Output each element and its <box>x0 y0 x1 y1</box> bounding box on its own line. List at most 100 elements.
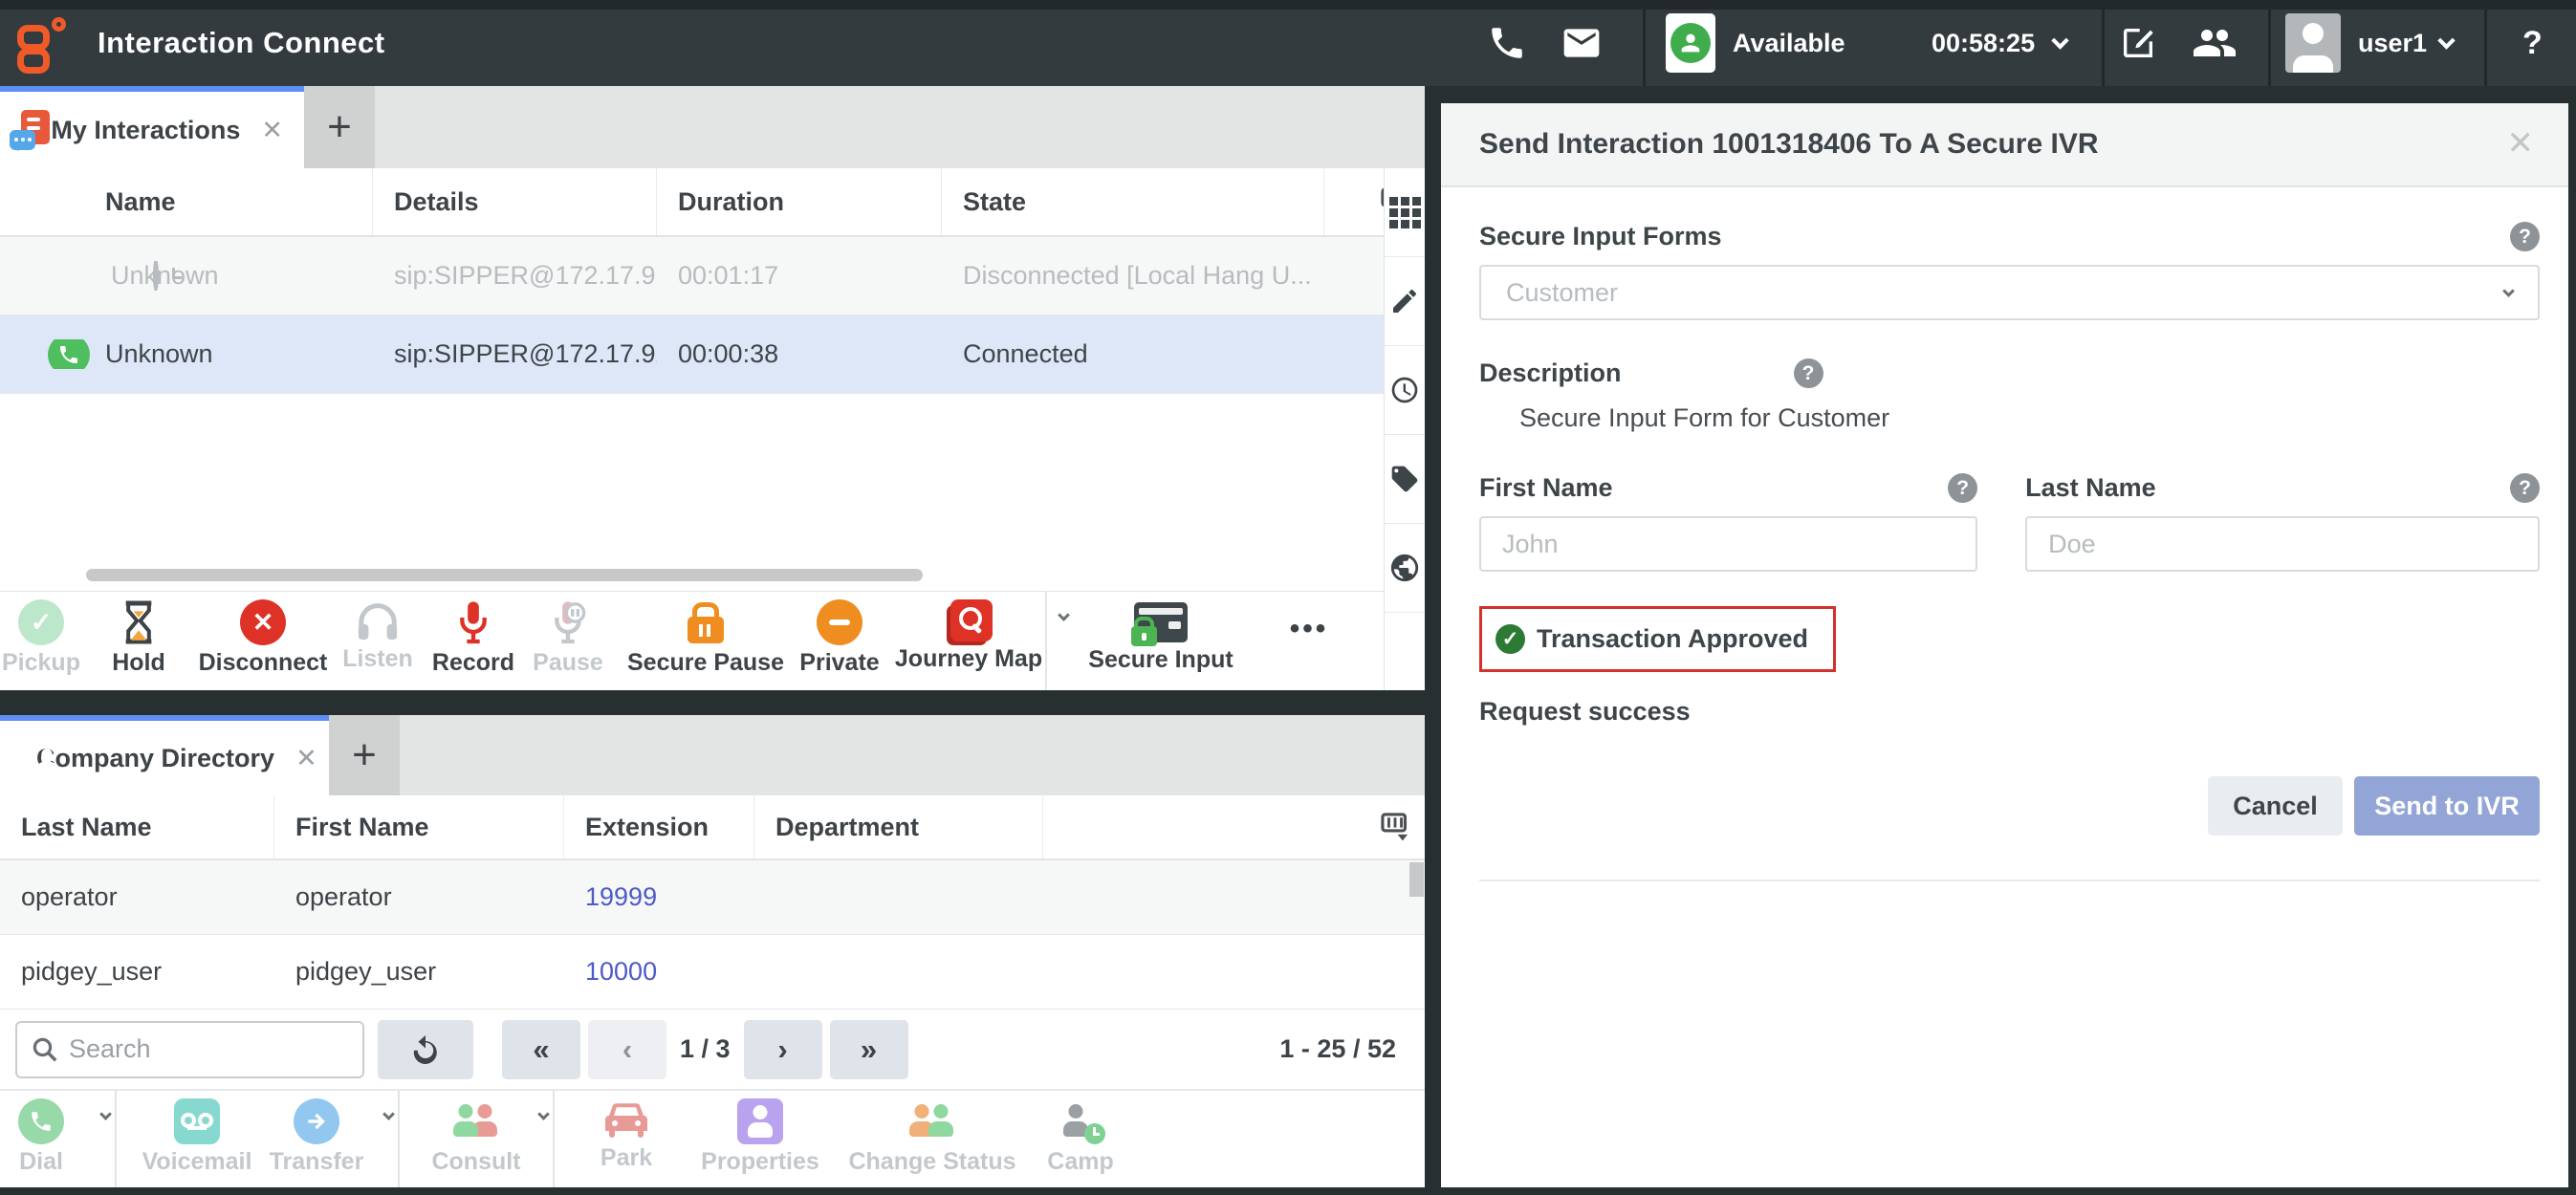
web-globe-icon[interactable] <box>1385 524 1425 613</box>
col-last-name[interactable]: Last Name <box>0 795 274 858</box>
extension-link[interactable]: 19999 <box>564 882 754 912</box>
history-icon[interactable] <box>1385 346 1425 435</box>
col-name[interactable]: Name <box>0 168 373 235</box>
help-icon[interactable]: ? <box>1794 358 1823 388</box>
close-tab-icon[interactable]: ✕ <box>295 744 317 773</box>
journey-map-button[interactable]: Journey Map <box>892 599 1045 673</box>
horizontal-scrollbar[interactable] <box>86 569 923 581</box>
page-indicator: 1 / 3 <box>680 1034 731 1064</box>
help-button[interactable]: ? <box>2522 0 2543 86</box>
last-page-button[interactable]: » <box>830 1020 908 1079</box>
directory-table-header: Last Name First Name Extension Departmen… <box>0 795 1425 860</box>
my-interactions-icon <box>21 110 35 150</box>
tab-company-directory[interactable]: Company Directory ✕ <box>0 715 329 795</box>
cancel-button[interactable]: Cancel <box>2208 776 2343 836</box>
dial-chevron-icon[interactable] <box>96 1098 115 1119</box>
status-badge-icon[interactable] <box>1666 0 1715 86</box>
directory-row[interactable]: pidgey_user pidgey_user 10000 <box>0 935 1425 1010</box>
tag-icon[interactable] <box>1385 435 1425 524</box>
user-avatar[interactable] <box>2285 0 2341 86</box>
grid-view-icon[interactable] <box>1385 168 1425 257</box>
park-button[interactable]: Park <box>583 1098 669 1172</box>
disconnect-icon: ✕ <box>240 599 286 645</box>
voicemail-button[interactable]: Voicemail <box>140 1098 254 1176</box>
search-input[interactable] <box>69 1034 349 1064</box>
listen-button[interactable]: Listen <box>335 599 421 673</box>
call-ended-icon <box>153 261 159 291</box>
phone-icon[interactable] <box>1487 0 1527 86</box>
user-chevron-icon[interactable] <box>2440 0 2453 86</box>
status-label[interactable]: Available <box>1733 0 1845 86</box>
directory-search[interactable] <box>15 1021 364 1078</box>
refresh-button[interactable] <box>378 1020 473 1079</box>
workgroups-icon[interactable] <box>2192 0 2238 86</box>
last-name-field[interactable] <box>2025 516 2540 572</box>
dial-button[interactable]: Dial <box>0 1098 82 1176</box>
extension-link[interactable]: 10000 <box>564 957 754 987</box>
col-first-name[interactable]: First Name <box>274 795 564 858</box>
interaction-row-selected[interactable]: Unknown sip:SIPPER@172.17.92... 00:00:38… <box>0 315 1425 394</box>
vertical-scrollbar[interactable] <box>1409 862 1424 897</box>
help-icon[interactable]: ? <box>1948 473 1977 503</box>
first-name-field[interactable] <box>1479 516 1977 572</box>
col-state[interactable]: State <box>942 168 1324 235</box>
properties-icon <box>737 1098 783 1144</box>
secure-form-select[interactable]: Customer <box>1479 265 2540 320</box>
pencil-icon[interactable] <box>1385 257 1425 346</box>
help-icon[interactable]: ? <box>2510 222 2540 251</box>
toolbar-expand-chevron[interactable] <box>1047 599 1080 619</box>
consult-chevron-icon[interactable] <box>534 1098 553 1119</box>
compose-icon[interactable] <box>2119 0 2157 86</box>
genesys-logo-icon <box>15 10 73 76</box>
panel-divider <box>1479 880 2540 881</box>
toolbar-divider <box>115 1091 117 1187</box>
pause-button[interactable]: Pause <box>525 599 611 677</box>
call-active-icon <box>48 339 90 369</box>
directory-toolbar: Dial Voicemail Transfer <box>0 1090 1425 1187</box>
close-tab-icon[interactable]: ✕ <box>261 116 283 145</box>
user-name[interactable]: user1 <box>2358 0 2427 86</box>
hold-button[interactable]: Hold <box>96 599 182 677</box>
status-chevron-icon[interactable] <box>2054 0 2066 86</box>
record-icon <box>454 599 492 645</box>
company-directory-panel: Company Directory ✕ + Last Name First Na… <box>0 715 1425 1187</box>
secure-input-button[interactable]: Secure Input <box>1080 599 1242 674</box>
tab-my-interactions[interactable]: My Interactions ✕ <box>0 86 304 168</box>
close-panel-icon[interactable]: ✕ <box>2507 124 2535 163</box>
more-actions-button[interactable]: ••• <box>1271 599 1347 645</box>
camp-button[interactable]: Camp <box>1033 1098 1128 1176</box>
interaction-row[interactable]: Unknown sip:SIPPER@172.17.92... 00:01:17… <box>0 237 1425 315</box>
top-strip <box>0 0 2576 10</box>
col-department[interactable]: Department <box>754 795 1043 858</box>
transfer-chevron-icon[interactable] <box>379 1098 398 1119</box>
properties-button[interactable]: Properties <box>688 1098 832 1176</box>
disconnect-button[interactable]: ✕ Disconnect <box>191 599 335 677</box>
first-page-button[interactable]: « <box>502 1020 580 1079</box>
help-icon[interactable]: ? <box>2510 473 2540 503</box>
status-timer: 00:58:25 <box>1932 0 2035 86</box>
pickup-button[interactable]: ✓ Pickup <box>0 599 82 677</box>
col-duration[interactable]: Duration <box>657 168 942 235</box>
voicemail-icon <box>174 1098 220 1144</box>
consult-button[interactable]: Consult <box>419 1098 534 1176</box>
add-tab-button[interactable]: + <box>304 86 375 168</box>
more-icon: ••• <box>1290 613 1329 645</box>
col-details[interactable]: Details <box>373 168 657 235</box>
prev-page-button[interactable]: ‹ <box>588 1020 666 1079</box>
change-status-icon <box>907 1098 957 1144</box>
email-icon[interactable] <box>1561 0 1603 86</box>
send-to-ivr-button[interactable]: Send to IVR <box>2354 776 2540 836</box>
transfer-button[interactable]: Transfer <box>254 1098 379 1176</box>
col-extension[interactable]: Extension <box>564 795 754 858</box>
topbar-divider <box>2102 10 2105 86</box>
interactions-tab-strip: My Interactions ✕ + <box>0 86 1425 168</box>
private-button[interactable]: Private <box>787 599 892 677</box>
column-picker-icon[interactable] <box>1043 795 1425 858</box>
last-name-label: Last Name <box>2025 473 2156 503</box>
add-tab-button[interactable]: + <box>329 715 400 795</box>
secure-pause-button[interactable]: Secure Pause <box>624 599 787 677</box>
directory-row[interactable]: operator operator 19999 <box>0 860 1425 935</box>
change-status-button[interactable]: Change Status <box>841 1098 1023 1176</box>
next-page-button[interactable]: › <box>744 1020 822 1079</box>
record-button[interactable]: Record <box>426 599 521 677</box>
